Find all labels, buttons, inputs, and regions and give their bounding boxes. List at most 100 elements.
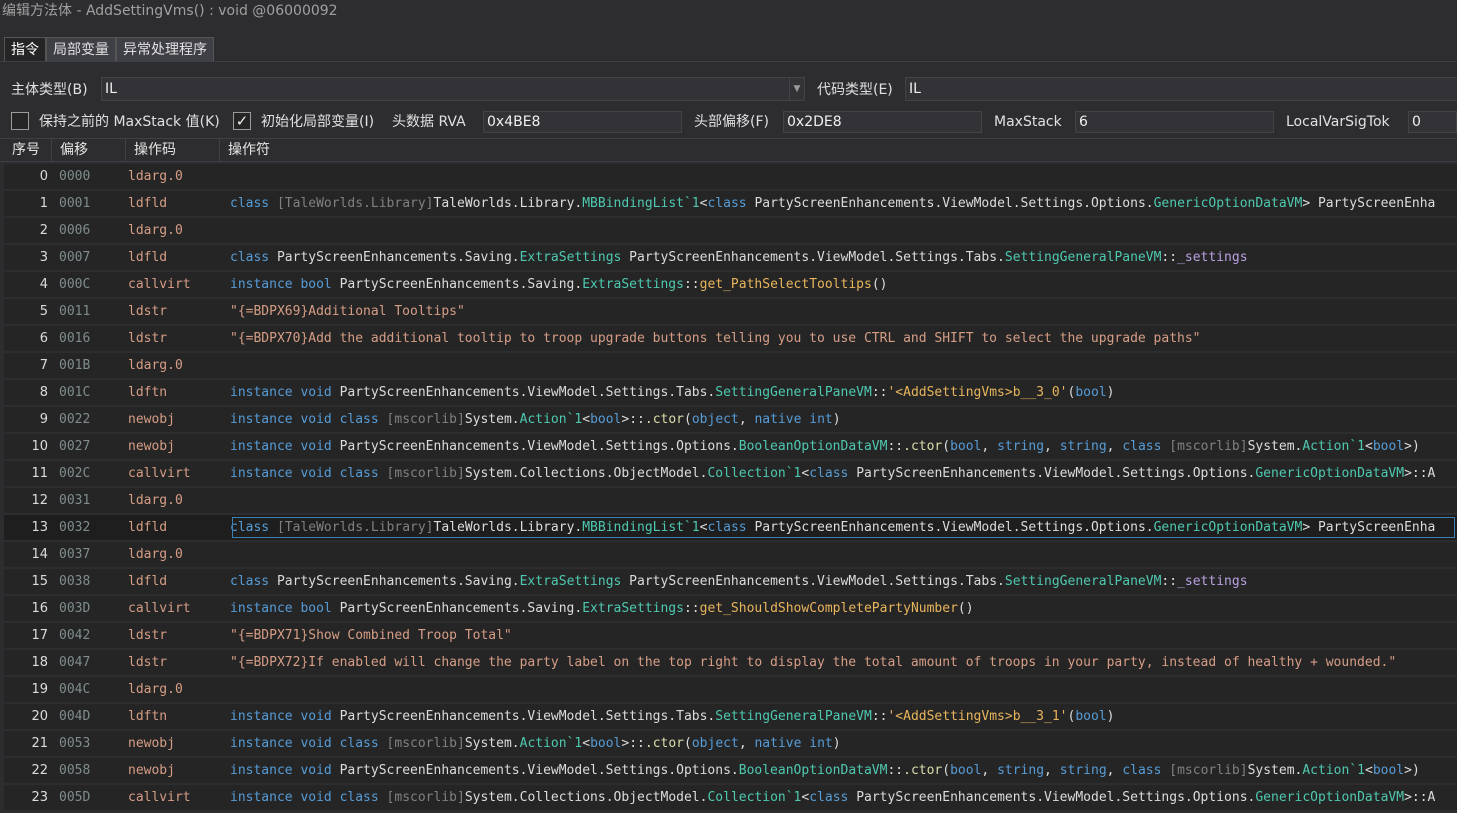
operand-token: >) [1404,763,1420,778]
row-opcode[interactable]: ldarg.0 [128,542,183,567]
row-opcode[interactable]: ldstr [128,326,167,351]
operand-token: bool [950,439,982,454]
maxstack-input[interactable]: 6 [1075,111,1274,133]
column-header-operand[interactable]: 操作符 [220,139,1457,161]
init-locals-checkbox[interactable]: ✓ [233,112,251,130]
row-opcode[interactable]: newobj [128,731,175,756]
row-opcode[interactable]: ldstr [128,299,167,324]
row-index: 22 [31,763,48,778]
row-opcode[interactable]: ldarg.0 [128,353,183,378]
instruction-row[interactable]: 3 0007 ldfld class PartyScreenEnhancements.… [4,245,1457,270]
instruction-row[interactable]: 5 0011 ldstr "{=BDPX69}Additional Tooltips" [4,299,1457,324]
instruction-row[interactable]: 2 0006 ldarg.0 [4,218,1457,243]
instruction-row[interactable]: 21 0053 newobj instance void class [mscorli… [4,731,1457,756]
instruction-row[interactable]: 15 0038 ldfld class PartyScreenEnhancements… [4,569,1457,594]
row-opcode[interactable]: ldfld [128,569,167,594]
instruction-row[interactable]: 17 0042 ldstr "{=BDPX71}Show Combined Troop… [4,623,1457,648]
row-opcode[interactable]: ldstr [128,650,167,675]
row-offset: 005D [59,790,91,805]
row-operand[interactable]: instance void PartyScreenEnhancements.Vi… [230,380,1457,405]
row-opcode[interactable]: ldstr [128,623,167,648]
instruction-row[interactable]: 23 005D callvirt instance void class [mscor… [4,785,1457,810]
tab-exception-handlers[interactable]: 异常处理程序 [116,37,214,61]
row-operand[interactable]: instance void class [mscorlib]System.Act… [230,407,1457,432]
row-opcode[interactable]: newobj [128,407,175,432]
row-opcode[interactable]: callvirt [128,785,191,810]
header-offset-input[interactable]: 0x2DE8 [783,111,982,133]
instruction-row[interactable]: 8 001C ldftn instance void PartyScreenEnhan… [4,380,1457,405]
instruction-grid[interactable]: 0 0000 ldarg.0 1 0001 ldfld class [TaleWorlds.… [0,162,1457,813]
operand-token: ( [942,439,951,454]
row-operand[interactable]: class [TaleWorlds.Library]TaleWorlds.Lib… [230,515,1457,540]
operand-token: :: [871,709,888,724]
body-type-select[interactable]: IL ▼ [101,77,805,101]
operand-token: GenericOptionDataVM [1255,466,1405,481]
instruction-row[interactable]: 0 0000 ldarg.0 [4,164,1457,189]
row-opcode[interactable]: ldarg.0 [128,164,183,189]
row-opcode[interactable]: callvirt [128,461,191,486]
instruction-row[interactable]: 9 0022 newobj instance void class [mscorlib… [4,407,1457,432]
row-operand[interactable]: instance void class [mscorlib]System.Col… [230,785,1457,810]
row-operand[interactable]: instance void class [mscorlib]System.Act… [230,731,1457,756]
tab-instructions[interactable]: 指令 [4,37,46,61]
column-header-opcode[interactable]: 操作码 [126,139,220,161]
instruction-row[interactable]: 4 000C callvirt instance bool PartyScreenEn… [4,272,1457,297]
instruction-row[interactable]: 7 001B ldarg.0 [4,353,1457,378]
code-type-select[interactable]: IL [905,77,1457,101]
instruction-row[interactable]: 22 0058 newobj instance void PartyScreenEnh… [4,758,1457,783]
operand-token: "{=BDPX69}Additional Tooltips" [230,304,465,319]
row-opcode[interactable]: ldarg.0 [128,218,183,243]
row-operand[interactable]: "{=BDPX72}If enabled will change the par… [230,650,1457,675]
row-operand[interactable]: instance bool PartyScreenEnhancements.Sa… [230,596,1457,621]
row-operand[interactable]: "{=BDPX69}Additional Tooltips" [230,299,1457,324]
instruction-row[interactable]: 6 0016 ldstr "{=BDPX70}Add the additional t… [4,326,1457,351]
row-index: 23 [31,790,48,805]
row-operand[interactable]: "{=BDPX70}Add the additional tooltip to … [230,326,1457,351]
instruction-row[interactable]: 19 004C ldarg.0 [4,677,1457,702]
row-opcode[interactable]: ldfld [128,191,167,216]
column-header-index[interactable]: 序号 [4,139,52,161]
row-opcode[interactable]: newobj [128,758,175,783]
keep-maxstack-checkbox[interactable] [11,112,29,130]
row-opcode[interactable]: ldftn [128,380,167,405]
row-opcode[interactable]: ldarg.0 [128,488,183,513]
instruction-row[interactable]: 11 002C callvirt instance void class [mscor… [4,461,1457,486]
row-operand[interactable]: "{=BDPX71}Show Combined Troop Total" [230,623,1457,648]
header-rva-input[interactable]: 0x4BE8 [483,111,682,133]
localvarsigtok-input[interactable]: 0 [1408,111,1457,133]
row-opcode[interactable]: ldarg.0 [128,677,183,702]
operand-token: System. [1247,763,1303,778]
operand-token: , [1106,763,1123,778]
operand-token: class [707,520,755,535]
operand-token: "{=BDPX70}Add the additional tooltip to … [230,331,1201,346]
chevron-down-icon[interactable]: ▼ [789,78,804,100]
row-operand[interactable]: instance void PartyScreenEnhancements.Vi… [230,758,1457,783]
operand-token: instance void class [230,790,387,805]
operand-token: >:: [621,412,645,427]
row-opcode[interactable]: ldfld [128,245,167,270]
operand-token: "{=BDPX71}Show Combined Troop Total" [230,628,512,643]
instruction-row[interactable]: 12 0031 ldarg.0 [4,488,1457,513]
instruction-row[interactable]: 20 004D ldftn instance void PartyScreenEnha… [4,704,1457,729]
instruction-row[interactable]: 13 0032 ldfld class [TaleWorlds.Library]Tal… [4,515,1457,540]
instruction-row[interactable]: 16 003D callvirt instance bool PartyScreenE… [4,596,1457,621]
tab-locals[interactable]: 局部变量 [46,37,116,61]
operand-token: () [871,277,888,292]
row-opcode[interactable]: callvirt [128,596,191,621]
instruction-row[interactable]: 14 0037 ldarg.0 [4,542,1457,567]
row-operand[interactable]: instance bool PartyScreenEnhancements.Sa… [230,272,1457,297]
row-opcode[interactable]: ldfld [128,515,167,540]
row-operand[interactable]: instance void PartyScreenEnhancements.Vi… [230,434,1457,459]
row-operand[interactable]: class PartyScreenEnhancements.Saving.Ext… [230,569,1457,594]
row-operand[interactable]: class PartyScreenEnhancements.Saving.Ext… [230,245,1457,270]
row-opcode[interactable]: callvirt [128,272,191,297]
instruction-row[interactable]: 10 0027 newobj instance void PartyScreenEnh… [4,434,1457,459]
row-opcode[interactable]: newobj [128,434,175,459]
row-operand[interactable]: instance void PartyScreenEnhancements.Vi… [230,704,1457,729]
row-opcode[interactable]: ldftn [128,704,167,729]
instruction-row[interactable]: 1 0001 ldfld class [TaleWorlds.Library]Tale… [4,191,1457,216]
row-operand[interactable]: instance void class [mscorlib]System.Col… [230,461,1457,486]
instruction-row[interactable]: 18 0047 ldstr "{=BDPX72}If enabled will cha… [4,650,1457,675]
row-operand[interactable]: class [TaleWorlds.Library]TaleWorlds.Lib… [230,191,1457,216]
column-header-offset[interactable]: 偏移 [52,139,126,161]
